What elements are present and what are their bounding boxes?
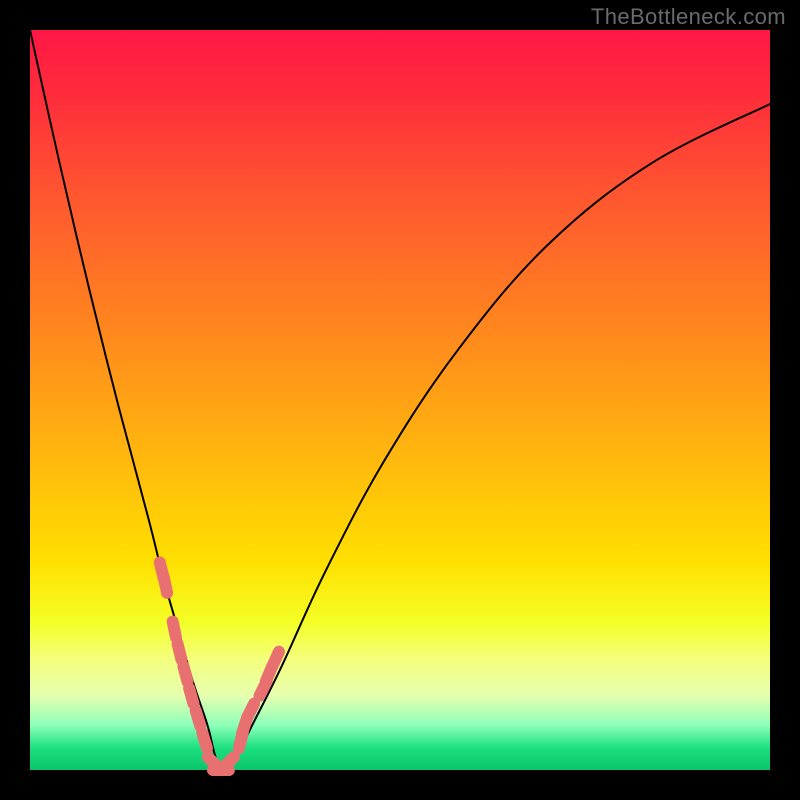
- bottleneck-curve-line: [30, 30, 770, 770]
- data-point-marker: [272, 652, 279, 667]
- data-point-marker: [178, 644, 182, 660]
- data-point-marker: [247, 704, 254, 718]
- bottleneck-chart: [30, 30, 770, 770]
- data-point-markers: [160, 562, 279, 770]
- data-point-marker: [196, 711, 201, 726]
- data-point-marker: [189, 688, 193, 703]
- data-point-marker: [183, 666, 187, 681]
- data-point-marker: [202, 733, 207, 748]
- data-point-marker: [164, 577, 167, 593]
- data-point-marker: [173, 622, 176, 638]
- data-point-marker: [223, 757, 234, 768]
- chart-gradient-background: [30, 30, 770, 770]
- watermark-text: TheBottleneck.com: [591, 4, 786, 30]
